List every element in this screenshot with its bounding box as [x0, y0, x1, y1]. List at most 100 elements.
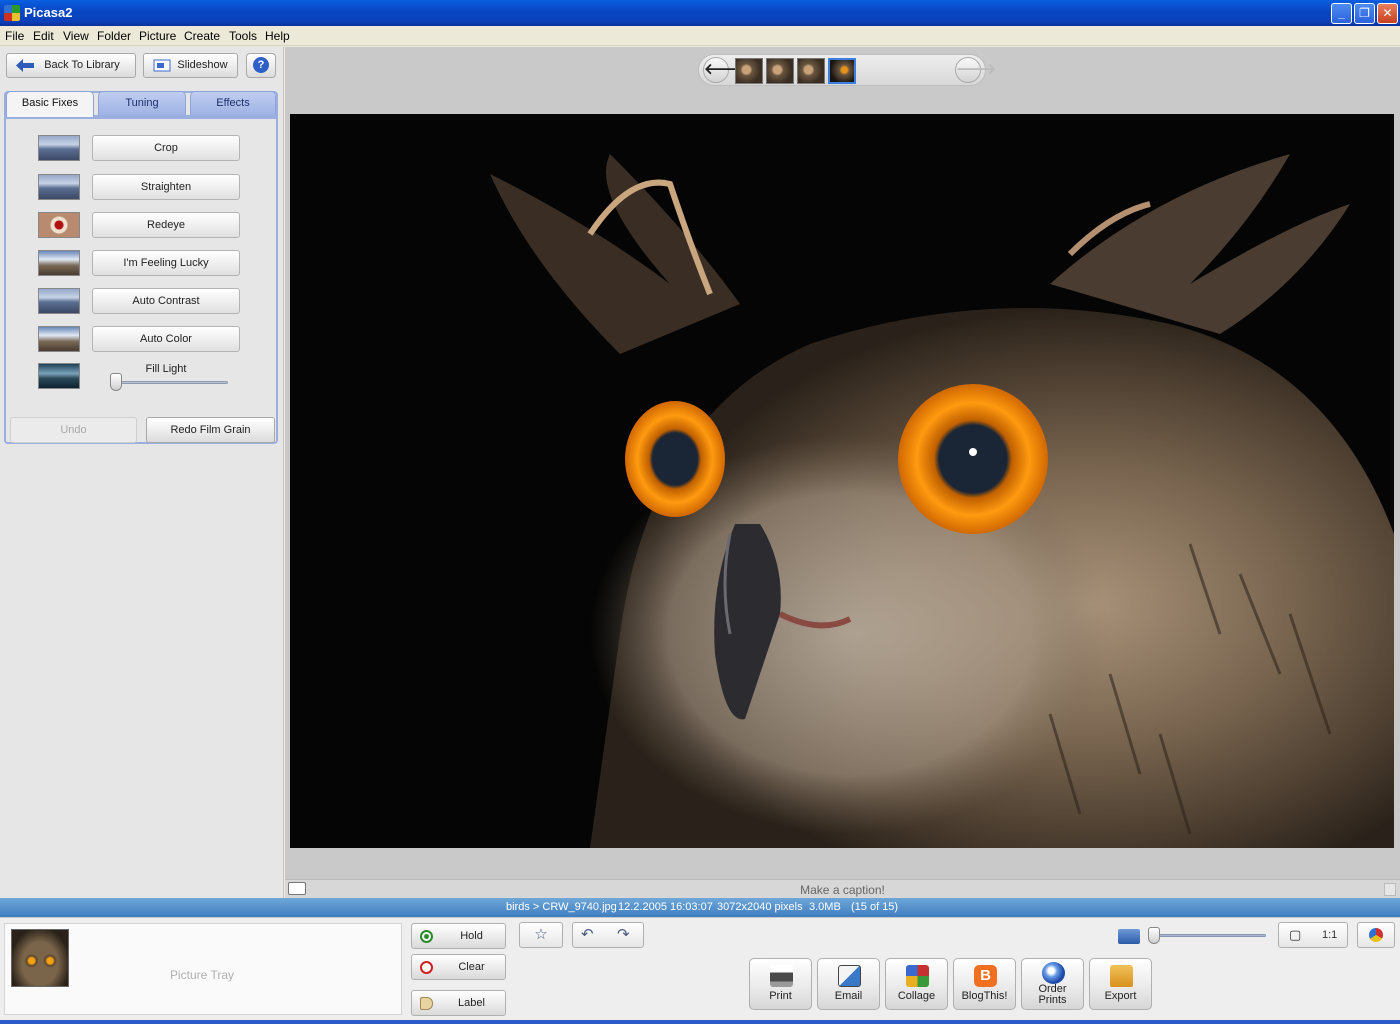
fill-light-slider-track[interactable]	[110, 381, 228, 384]
caption-input[interactable]: Make a caption!	[285, 883, 1400, 897]
picture-tray-label: Picture Tray	[170, 968, 235, 982]
status-bar: birds > CRW_9740.jpg 12.2.2005 16:03:07 …	[0, 898, 1400, 917]
hold-icon	[420, 930, 433, 943]
printer-icon	[770, 965, 793, 987]
auto-color-button[interactable]: Auto Color	[92, 326, 240, 352]
filmstrip-thumbnail[interactable]	[797, 58, 825, 84]
crop-button[interactable]: Crop	[92, 135, 240, 161]
tab-basic-fixes[interactable]: Basic Fixes	[6, 91, 94, 117]
collage-button[interactable]: Collage	[885, 958, 948, 1010]
menu-view[interactable]: View	[63, 29, 89, 43]
status-position: (15 of 15)	[851, 901, 899, 913]
menu-edit[interactable]: Edit	[33, 29, 54, 43]
redeye-thumbnail-icon	[38, 212, 80, 238]
collage-icon	[906, 965, 929, 987]
trash-icon[interactable]	[1384, 883, 1396, 896]
status-size: 3.0MB	[809, 901, 841, 913]
zoom-slider-handle[interactable]	[1148, 927, 1160, 944]
slideshow-button[interactable]: Slideshow	[143, 53, 238, 78]
tray-thumbnail[interactable]	[11, 929, 69, 987]
menu-picture[interactable]: Picture	[139, 29, 176, 43]
auto-contrast-button[interactable]: Auto Contrast	[92, 288, 240, 314]
zoom-icon	[1118, 929, 1140, 944]
minimize-button[interactable]: _	[1331, 3, 1352, 24]
crop-thumbnail-icon	[38, 135, 80, 161]
previous-photo-button[interactable]: 🡐	[703, 57, 744, 83]
back-to-library-button[interactable]: Back To Library	[6, 53, 136, 78]
fill-light-slider-handle[interactable]	[110, 373, 122, 391]
redo-button[interactable]: Redo Film Grain	[146, 417, 275, 443]
straighten-button[interactable]: Straighten	[92, 174, 240, 200]
email-button[interactable]: Email	[817, 958, 880, 1010]
rotate-buttons: ↶ ↷	[572, 922, 644, 948]
blogger-icon	[974, 965, 997, 987]
window-title: Picasa2	[24, 5, 73, 20]
rotate-left-icon[interactable]: ↶	[581, 923, 594, 947]
straighten-thumbnail-icon	[38, 174, 80, 200]
export-button[interactable]: Export	[1089, 958, 1152, 1010]
label-button[interactable]: Label	[411, 990, 506, 1016]
tab-tuning[interactable]: Tuning	[98, 91, 186, 115]
print-button[interactable]: Print	[749, 958, 812, 1010]
label-label: Label	[458, 997, 485, 1009]
photo-view: 🡐 🡒 Make a caption!	[285, 47, 1400, 898]
feeling-lucky-button[interactable]: I'm Feeling Lucky	[92, 250, 240, 276]
star-button[interactable]: ☆	[519, 922, 563, 948]
filmstrip: 🡐 🡒	[698, 54, 996, 86]
feeling-lucky-thumbnail-icon	[38, 250, 80, 276]
close-button[interactable]: ✕	[1377, 3, 1398, 24]
help-button[interactable]: ?	[246, 53, 276, 78]
print-label: Print	[769, 990, 792, 1002]
next-photo-button[interactable]: 🡒	[955, 57, 996, 83]
blogthis-button[interactable]: BlogThis!	[953, 958, 1016, 1010]
status-datetime: 12.2.2005 16:03:07	[618, 901, 713, 913]
back-to-library-label: Back To Library	[44, 59, 120, 71]
zoom-slider-track[interactable]	[1152, 934, 1266, 937]
slideshow-label: Slideshow	[177, 59, 228, 71]
redeye-button[interactable]: Redeye	[92, 212, 240, 238]
label-tag-icon	[420, 997, 433, 1010]
status-path: birds > CRW_9740.jpg	[506, 901, 617, 913]
restore-button[interactable]: ❐	[1354, 3, 1375, 24]
order-prints-button[interactable]: Order Prints	[1021, 958, 1084, 1010]
email-label: Email	[834, 990, 863, 1002]
menu-folder[interactable]: Folder	[97, 29, 131, 43]
caption-bar: Make a caption!	[285, 879, 1400, 898]
bottom-toolbar: Picture Tray Hold Clear Label ☆ ↶ ↷ ▢ 1:…	[0, 917, 1400, 1024]
picasa-color-icon	[1369, 928, 1383, 942]
fit-to-window-icon[interactable]: ▢	[1289, 923, 1301, 947]
tab-effects[interactable]: Effects	[190, 91, 276, 115]
order-prints-label: Order Prints	[1038, 983, 1067, 1006]
picture-tray[interactable]: Picture Tray	[4, 923, 402, 1015]
status-dimensions: 3072x2040 pixels	[717, 901, 803, 913]
clear-button[interactable]: Clear	[411, 954, 506, 980]
hold-label: Hold	[460, 930, 483, 942]
filmstrip-thumbnail[interactable]	[735, 58, 763, 84]
title-bar: Picasa2 _ ❐ ✕	[0, 0, 1400, 26]
collage-label: Collage	[897, 990, 936, 1002]
menu-tools[interactable]: Tools	[229, 29, 257, 43]
menu-create[interactable]: Create	[184, 29, 220, 43]
rotate-right-icon[interactable]: ↷	[617, 923, 630, 947]
fill-light-thumbnail-icon	[38, 363, 80, 389]
export-label: Export	[1104, 990, 1137, 1002]
menu-help[interactable]: Help	[265, 29, 290, 43]
globe-icon	[1042, 962, 1065, 984]
actual-size-button[interactable]: 1:1	[1322, 923, 1337, 947]
undo-button[interactable]: Undo	[10, 417, 137, 443]
filmstrip-thumbnail-selected[interactable]	[828, 58, 856, 84]
blogthis-label: BlogThis!	[961, 990, 1008, 1002]
owl-image	[290, 114, 1394, 848]
clear-label: Clear	[458, 961, 485, 973]
email-icon	[838, 965, 861, 987]
edit-tabs-panel: Basic Fixes Tuning Effects Crop Straight…	[4, 91, 278, 444]
menu-file[interactable]: File	[5, 29, 24, 43]
help-icon: ?	[253, 57, 269, 73]
export-folder-icon	[1110, 965, 1133, 987]
edit-panel: Back To Library Slideshow ? Basic Fixes …	[0, 47, 284, 898]
hold-button[interactable]: Hold	[411, 923, 506, 949]
color-picker-button[interactable]	[1357, 922, 1395, 948]
filmstrip-thumbnail[interactable]	[766, 58, 794, 84]
owl-photo[interactable]	[290, 114, 1394, 848]
picasa-app-icon	[4, 5, 20, 21]
